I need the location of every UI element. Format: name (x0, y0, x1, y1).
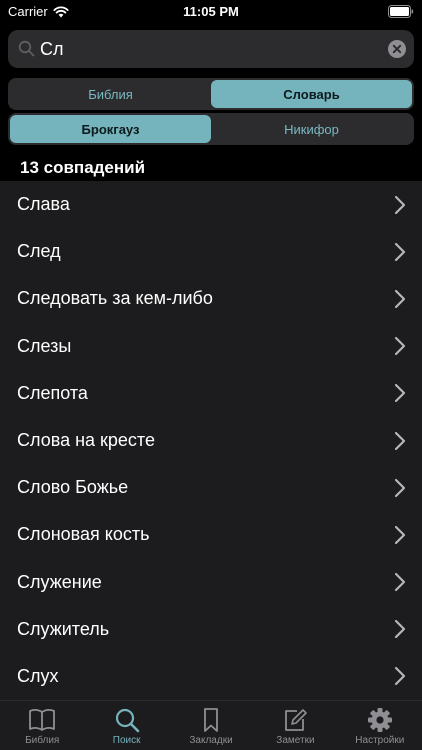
tab-label: Заметки (276, 735, 315, 746)
chevron-right-icon (394, 620, 406, 639)
status-bar: Carrier 11:05 PM (0, 0, 422, 24)
list-item-label: Слово Божье (17, 477, 129, 498)
results-list: Слава След Следовать за кем-либо Слезы С… (0, 181, 422, 700)
dictionary-segmented-control: Брокгауз Никифор (8, 113, 414, 145)
results-count: 13 совпадений (20, 158, 146, 177)
list-item[interactable]: Служитель (0, 606, 422, 653)
segment-nikifor[interactable]: Никифор (211, 115, 412, 143)
list-item[interactable]: Слава (0, 181, 422, 228)
tab-label: Библия (25, 735, 60, 746)
segment-bible[interactable]: Библия (10, 80, 211, 108)
list-item[interactable]: След (0, 228, 422, 275)
tab-bible[interactable]: Библия (0, 701, 84, 750)
tab-notes[interactable]: Заметки (253, 701, 337, 750)
book-icon (29, 709, 56, 731)
list-item[interactable]: Слоновая кость (0, 511, 422, 558)
list-item[interactable]: Следовать за кем-либо (0, 275, 422, 322)
tab-bookmarks[interactable]: Закладки (169, 701, 253, 750)
search-icon (18, 40, 35, 57)
note-edit-icon (285, 709, 308, 731)
chevron-right-icon (394, 195, 406, 214)
list-item[interactable]: Слепота (0, 370, 422, 417)
chevron-right-icon (394, 667, 406, 686)
list-item-label: След (17, 241, 61, 262)
chevron-right-icon (394, 478, 406, 497)
tab-bar: Библия Поиск Закладки Заметки Настройки (0, 700, 422, 750)
tab-label: Настройки (355, 735, 405, 746)
chevron-right-icon (394, 242, 406, 261)
list-item-label: Слава (17, 194, 70, 215)
list-item-label: Следовать за кем-либо (17, 288, 213, 309)
chevron-right-icon (394, 572, 406, 592)
chevron-right-icon (394, 289, 406, 309)
tab-label: Закладки (189, 735, 233, 746)
list-item[interactable]: Слово Божье (0, 464, 422, 511)
status-time: 11:05 PM (183, 4, 239, 19)
tab-search[interactable]: Поиск (84, 701, 168, 750)
list-item[interactable]: Слова на кресте (0, 417, 422, 464)
source-segmented-control: Библия Словарь (8, 78, 414, 110)
segment-dictionary[interactable]: Словарь (211, 80, 412, 108)
chevron-right-icon (394, 431, 406, 450)
list-item-label: Слоновая кость (17, 524, 150, 545)
tab-label: Поиск (112, 735, 141, 746)
list-item[interactable]: Служение (0, 559, 422, 606)
search-input[interactable] (40, 30, 380, 68)
chevron-right-icon (394, 337, 406, 356)
list-item-label: Слезы (17, 335, 72, 356)
battery-icon (388, 5, 414, 18)
segment-brockhaus[interactable]: Брокгауз (10, 115, 211, 143)
list-item-label: Служитель (17, 618, 110, 639)
clear-search-icon[interactable] (388, 40, 406, 58)
list-item[interactable]: Слух (0, 653, 422, 700)
list-item[interactable]: Слезы (0, 323, 422, 370)
gear-icon (367, 708, 392, 732)
chevron-right-icon (394, 525, 406, 545)
bookmark-icon (204, 708, 218, 732)
list-item-label: Служение (17, 571, 102, 592)
list-item-label: Слепота (17, 382, 88, 403)
search-bar[interactable] (8, 30, 414, 68)
chevron-right-icon (394, 384, 406, 403)
list-item-label: Слух (17, 665, 59, 686)
list-item-label: Слова на кресте (17, 430, 155, 451)
tab-settings[interactable]: Настройки (338, 701, 422, 750)
search-icon (115, 708, 139, 733)
